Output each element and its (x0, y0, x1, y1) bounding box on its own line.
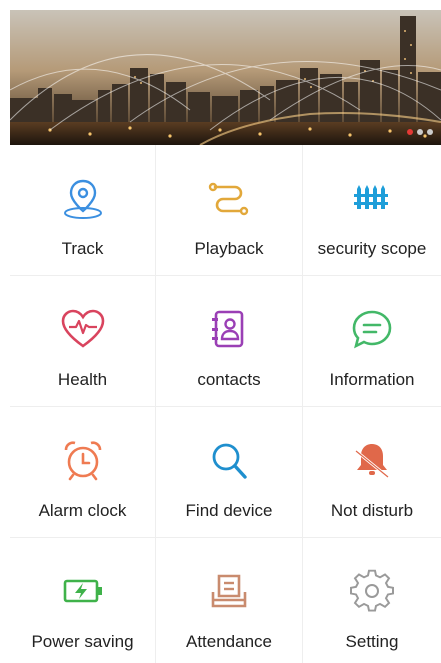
menu-item-label: Playback (194, 239, 264, 258)
menu-item-power-saving[interactable]: Power saving (10, 538, 156, 663)
menu-item-alarm-clock[interactable]: Alarm clock (10, 407, 156, 538)
chat-bubble-icon (348, 306, 396, 354)
heart-pulse-icon (59, 306, 107, 354)
gear-icon (348, 568, 396, 616)
menu-item-label: security scope (317, 239, 427, 258)
battery-icon (59, 568, 107, 616)
bell-mute-icon (348, 437, 396, 485)
menu-item-information[interactable]: Information (303, 276, 441, 407)
alarm-clock-icon (59, 437, 107, 485)
menu-item-setting[interactable]: Setting (303, 538, 441, 663)
menu-item-playback[interactable]: Playback (156, 145, 303, 276)
menu-item-not-disturb[interactable]: Not disturb (303, 407, 441, 538)
menu-item-attendance[interactable]: Attendance (156, 538, 303, 663)
menu-item-label: Power saving (31, 632, 134, 651)
menu-item-contacts[interactable]: contacts (156, 276, 303, 407)
menu-item-label: Not disturb (330, 501, 414, 520)
location-pin-icon (59, 175, 107, 223)
city-skyline-image (10, 10, 441, 145)
carousel-dot[interactable] (427, 129, 433, 135)
menu-item-label: Attendance (185, 632, 272, 651)
feature-grid: Track Playback security scope Health con… (10, 145, 441, 663)
magnifier-icon (205, 437, 253, 485)
fence-icon (348, 175, 396, 223)
menu-item-label: Find device (185, 501, 273, 520)
menu-item-label: contacts (197, 370, 261, 389)
banner-carousel[interactable] (10, 10, 441, 145)
menu-item-health[interactable]: Health (10, 276, 156, 407)
carousel-dot[interactable] (417, 129, 423, 135)
carousel-indicator (407, 129, 433, 135)
contacts-book-icon (205, 306, 253, 354)
menu-item-label: Alarm clock (38, 501, 127, 520)
route-icon (205, 175, 253, 223)
clipboard-icon (205, 568, 253, 616)
menu-item-find-device[interactable]: Find device (156, 407, 303, 538)
menu-item-label: Track (61, 239, 104, 258)
menu-item-label: Health (57, 370, 108, 389)
carousel-dot-active[interactable] (407, 129, 413, 135)
menu-item-label: Information (329, 370, 415, 389)
menu-item-security-scope[interactable]: security scope (303, 145, 441, 276)
app-screen: Track Playback security scope Health con… (0, 0, 441, 663)
menu-item-label: Setting (345, 632, 399, 651)
left-edge (0, 0, 10, 663)
menu-item-track[interactable]: Track (10, 145, 156, 276)
